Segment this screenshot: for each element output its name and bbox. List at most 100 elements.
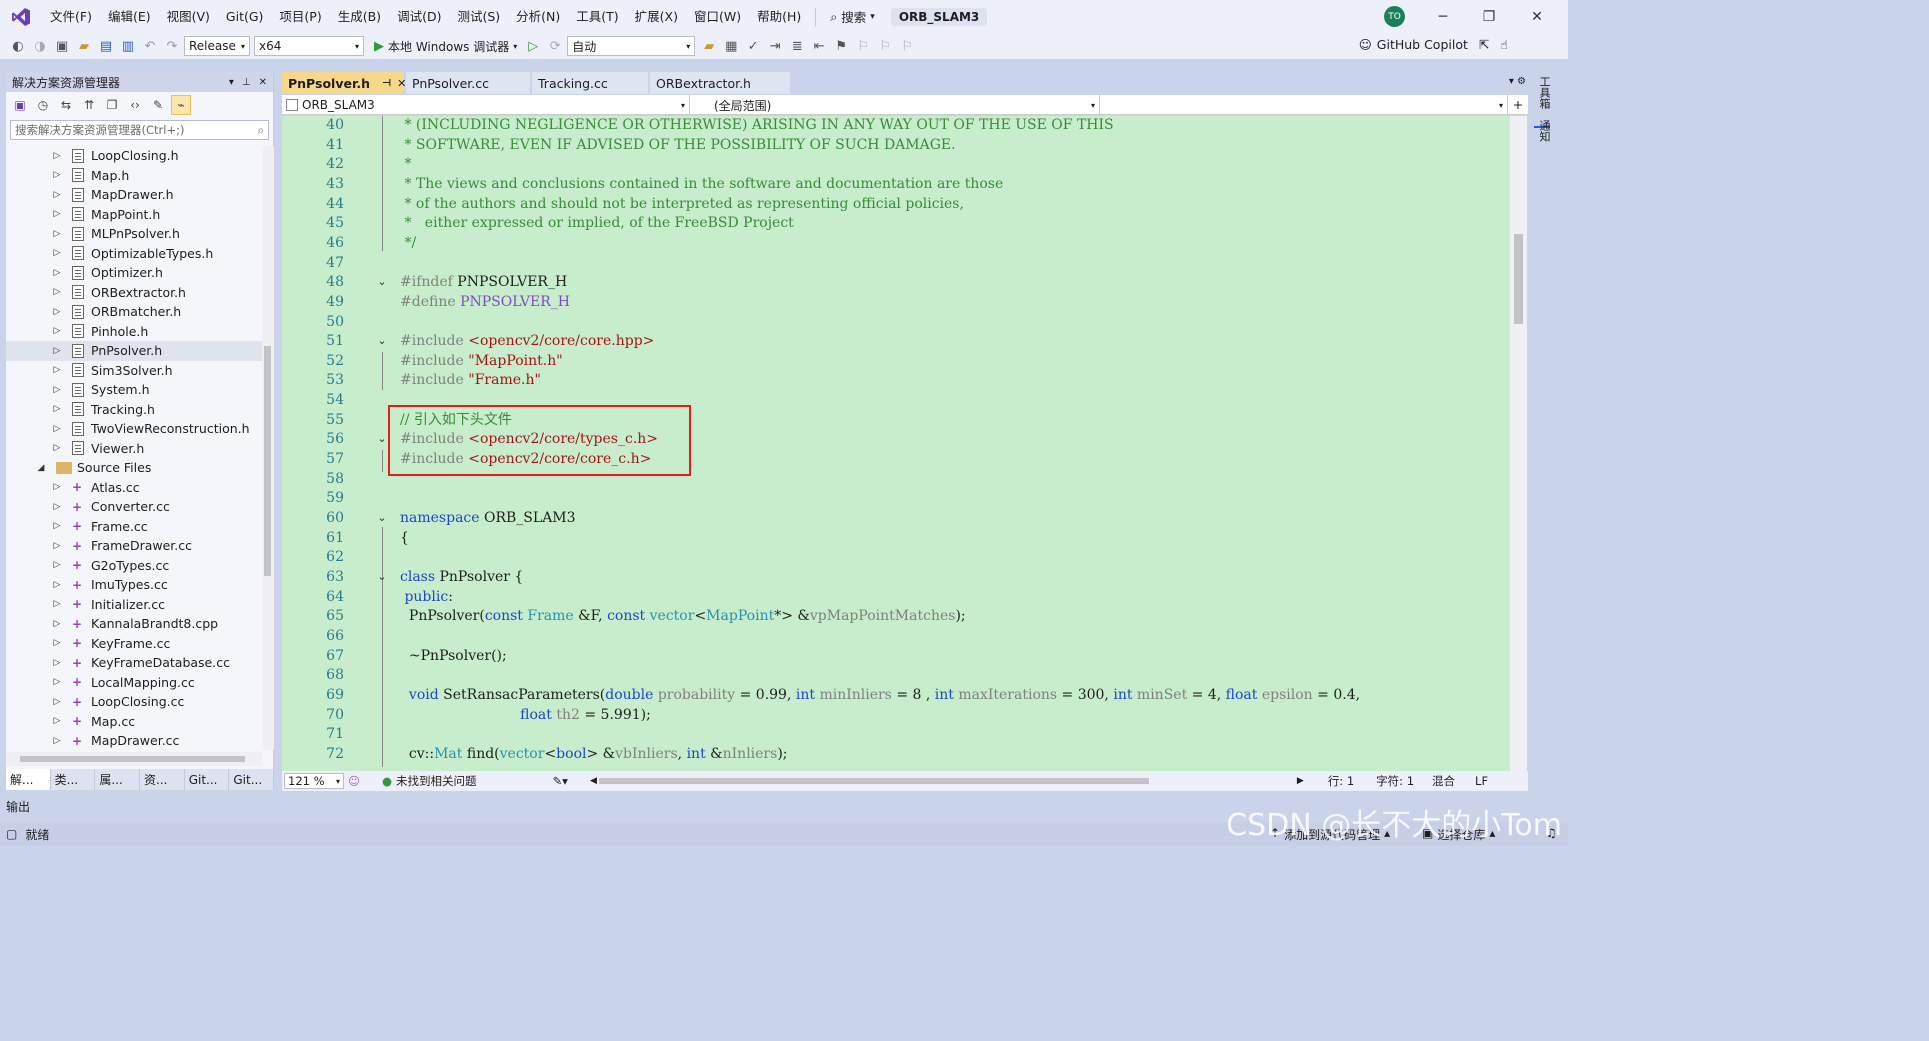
code-line[interactable]: 67 ~PnPsolver(); <box>282 647 1510 667</box>
menu-edit[interactable]: 编辑(E) <box>100 0 159 33</box>
code-line[interactable]: 48 ⌄ #ifndef PNPSOLVER_H <box>282 273 1510 293</box>
new-project-icon[interactable]: ▣ <box>52 36 72 56</box>
tree-file[interactable]: ▷ + KeyFrame.cc <box>6 634 262 654</box>
expand-arrow-icon[interactable]: ▷ <box>52 229 62 239</box>
step-icon[interactable]: ⇥ <box>765 36 785 56</box>
expand-arrow-icon[interactable]: ▷ <box>52 326 62 336</box>
tree-file[interactable]: ▷ ORBmatcher.h <box>6 302 262 322</box>
menu-extensions[interactable]: 扩展(X) <box>627 0 686 33</box>
tab-list-dropdown-icon[interactable]: ▾ ⚙ <box>1509 76 1526 87</box>
code-icon[interactable]: ‹› <box>125 95 145 115</box>
expand-arrow-icon[interactable]: ▷ <box>52 580 62 590</box>
tree-file[interactable]: ▷ + Initializer.cc <box>6 595 262 615</box>
editor-vertical-scrollbar[interactable] <box>1510 116 1527 771</box>
expand-arrow-icon[interactable]: ▷ <box>52 248 62 258</box>
tab-pnpsolver-cc[interactable]: PnPsolver.cc <box>406 72 530 94</box>
expand-arrow-icon[interactable]: ▷ <box>52 209 62 219</box>
expand-arrow-icon[interactable]: ▷ <box>52 170 62 180</box>
menu-analyze[interactable]: 分析(N) <box>508 0 568 33</box>
menu-project[interactable]: 项目(P) <box>271 0 329 33</box>
solution-explorer-search[interactable]: 搜索解决方案资源管理器(Ctrl+;) ⌕ <box>10 120 269 140</box>
forward-icon[interactable]: ◑ <box>30 36 50 56</box>
member-select[interactable]: ▾ <box>1100 95 1508 115</box>
code-line[interactable]: 52 #include "MapPoint.h" <box>282 352 1510 372</box>
project-select[interactable]: ORB_SLAM3 ▾ <box>282 95 690 115</box>
hot-reload-icon[interactable]: ⟳ <box>545 36 565 56</box>
tree-file[interactable]: ▷ Tracking.h <box>6 400 262 420</box>
search-menu[interactable]: ⌕ 搜索 ▾ <box>822 7 883 26</box>
start-without-debugging-icon[interactable]: ▷ <box>523 36 543 56</box>
scroll-thumb[interactable] <box>20 756 245 762</box>
expand-arrow-icon[interactable]: ▷ <box>52 736 62 746</box>
code-line[interactable]: 49 #define PNPSOLVER_H <box>282 293 1510 313</box>
expand-arrow-icon[interactable]: ▷ <box>52 619 62 629</box>
notifications-tab[interactable]: 通知 <box>1536 120 1552 142</box>
tab-git-changes[interactable]: Git... <box>185 769 230 790</box>
tab-properties[interactable]: 属... <box>95 769 141 790</box>
tree-file[interactable]: ▷ + FrameDrawer.cc <box>6 536 262 556</box>
tree-file[interactable]: ▷ + Frame.cc <box>6 517 262 537</box>
code-line[interactable]: 61 { <box>282 529 1510 549</box>
tab-class-view[interactable]: 类... <box>51 769 96 790</box>
collapse-arrow-icon[interactable]: ◢ <box>36 463 46 473</box>
undo-icon[interactable]: ↶ <box>140 36 160 56</box>
code-line[interactable]: 47 <box>282 254 1510 274</box>
expand-arrow-icon[interactable]: ▷ <box>52 443 62 453</box>
expand-arrow-icon[interactable]: ▷ <box>52 658 62 668</box>
menu-debug[interactable]: 调试(D) <box>389 0 449 33</box>
zoom-select[interactable]: 121 % ▾ <box>284 773 344 789</box>
code-line[interactable]: 51 ⌄ #include <opencv2/core/core.hpp> <box>282 332 1510 352</box>
collapse-all-icon[interactable]: ⇈ <box>79 95 99 115</box>
scroll-thumb[interactable] <box>264 346 271 576</box>
fold-toggle-icon[interactable]: ⌄ <box>376 276 388 289</box>
switch-views-icon[interactable]: ▣ <box>10 95 30 115</box>
menu-git[interactable]: Git(G) <box>218 0 272 33</box>
editor-horizontal-scrollbar[interactable] <box>597 771 1297 791</box>
code-line[interactable]: 45 * either expressed or implied, of the… <box>282 214 1510 234</box>
menu-test[interactable]: 测试(S) <box>449 0 508 33</box>
save-all-icon[interactable]: ▥ <box>118 36 138 56</box>
expand-arrow-icon[interactable]: ▷ <box>52 502 62 512</box>
whitespace-indicator[interactable]: 混合 <box>1432 773 1455 789</box>
expand-arrow-icon[interactable]: ▷ <box>52 307 62 317</box>
fold-toggle-icon[interactable]: ⌄ <box>376 571 388 584</box>
expand-arrow-icon[interactable]: ▷ <box>52 151 62 161</box>
tree-file[interactable]: ▷ MapDrawer.h <box>6 185 262 205</box>
tree-file[interactable]: ▷ System.h <box>6 380 262 400</box>
spellcheck-icon[interactable]: ✓ <box>743 36 763 56</box>
menu-help[interactable]: 帮助(H) <box>749 0 809 33</box>
expand-arrow-icon[interactable]: ▷ <box>52 697 62 707</box>
tab-solution-explorer[interactable]: 解... <box>6 769 51 790</box>
feedback-icon[interactable]: ☝ <box>1500 37 1508 52</box>
tab-resources[interactable]: 资... <box>140 769 185 790</box>
code-line[interactable]: 72 cv::Mat find(vector<bool> &vbInliers,… <box>282 745 1510 765</box>
pin-icon[interactable]: ⊣ <box>382 78 391 89</box>
scroll-left-icon[interactable]: ◀ <box>590 776 597 786</box>
platform-select[interactable]: x64 ▾ <box>254 36 364 56</box>
toolbox-tab[interactable]: 工具箱 <box>1536 76 1552 109</box>
tree-file[interactable]: ▷ Pinhole.h <box>6 322 262 342</box>
share-icon[interactable]: ⇱ <box>1479 37 1489 52</box>
close-icon[interactable]: ✕ <box>259 77 267 88</box>
indent-icon[interactable]: ⇤ <box>809 36 829 56</box>
folder-icon[interactable]: ▰ <box>699 36 719 56</box>
code-line[interactable]: 59 <box>282 489 1510 509</box>
github-copilot-button[interactable]: ☺ GitHub Copilot ⇱ ☝ <box>1359 37 1508 52</box>
tree-file[interactable]: ▷ PnPsolver.h <box>6 341 262 361</box>
code-line[interactable]: 65 PnPsolver(const Frame &F, const vecto… <box>282 607 1510 627</box>
scroll-thumb[interactable] <box>598 778 1149 784</box>
menu-window[interactable]: 窗口(W) <box>686 0 749 33</box>
tab-orbextractor-h[interactable]: ORBextractor.h <box>650 72 790 94</box>
expand-arrow-icon[interactable]: ▷ <box>52 190 62 200</box>
configuration-select[interactable]: Release ▾ <box>184 36 250 56</box>
tree-file[interactable]: ▷ + Map.cc <box>6 712 262 732</box>
avatar[interactable]: TO <box>1384 6 1405 27</box>
issues-status[interactable]: 未找到相关问题 <box>396 773 477 789</box>
expand-arrow-icon[interactable]: ▷ <box>52 541 62 551</box>
split-icon[interactable]: + <box>1508 95 1528 114</box>
tree-file[interactable]: ▷ MLPnPsolver.h <box>6 224 262 244</box>
back-icon[interactable]: ◐ <box>8 36 28 56</box>
tree-file[interactable]: ▷ LoopClosing.h <box>6 146 262 166</box>
expand-arrow-icon[interactable]: ▷ <box>52 599 62 609</box>
line-indicator[interactable]: 行: 1 <box>1328 773 1354 789</box>
